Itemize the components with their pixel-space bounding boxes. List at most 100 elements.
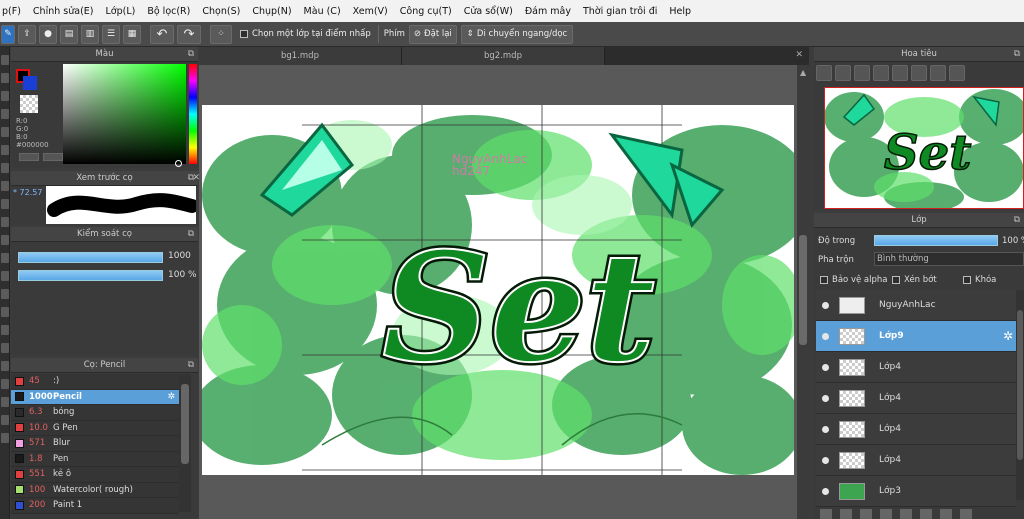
new-layer-icon[interactable] bbox=[820, 509, 832, 519]
share-button[interactable]: ⇪ bbox=[18, 24, 36, 44]
eye-icon[interactable] bbox=[822, 425, 829, 433]
tool-icon[interactable] bbox=[1, 361, 9, 371]
popout-icon[interactable]: ⧉ bbox=[1014, 213, 1020, 228]
zoom-icon[interactable] bbox=[835, 65, 851, 81]
tab-bg1[interactable]: bg1.mdp bbox=[199, 47, 402, 65]
tool-icon[interactable] bbox=[1, 343, 9, 353]
brush-item[interactable]: 551 kẻ ô bbox=[11, 467, 179, 483]
scroll-up-icon[interactable]: ▲ bbox=[800, 68, 806, 77]
tool-icon[interactable] bbox=[1, 73, 9, 83]
tool-icon[interactable] bbox=[1, 253, 9, 263]
brush-item[interactable]: 200 Paint 1 bbox=[11, 498, 179, 514]
menu-item-5[interactable]: Chụp(N) bbox=[252, 6, 291, 17]
eye-icon[interactable] bbox=[822, 394, 829, 402]
layer-row[interactable]: Lớp4 bbox=[816, 445, 1016, 476]
tool-icon[interactable] bbox=[1, 415, 9, 425]
flip-icon[interactable] bbox=[949, 65, 965, 81]
list-button[interactable]: ☰ bbox=[102, 24, 120, 44]
protect-alpha-option[interactable]: Bảo vệ alpha bbox=[820, 275, 887, 285]
layer-opacity-slider[interactable] bbox=[874, 235, 998, 246]
tool-icon[interactable] bbox=[1, 181, 9, 191]
eye-icon[interactable] bbox=[822, 487, 829, 495]
zoom-out-icon[interactable] bbox=[873, 65, 889, 81]
layer-row[interactable]: Lớp4 bbox=[816, 383, 1016, 414]
undo-button[interactable]: ↶ bbox=[150, 24, 174, 44]
brush-item[interactable]: 10.0 G Pen bbox=[11, 420, 179, 436]
sub-color-swatch[interactable] bbox=[23, 76, 37, 90]
eye-icon[interactable] bbox=[822, 363, 829, 371]
color-gradient-area[interactable] bbox=[63, 64, 186, 164]
canvas-area[interactable]: NguyAnhLac hd247 Set Set bbox=[199, 65, 797, 519]
settings-icon[interactable] bbox=[920, 509, 932, 519]
tool-icon[interactable] bbox=[1, 145, 9, 155]
menu-item-6[interactable]: Màu (C) bbox=[304, 6, 341, 17]
brush-item[interactable]: 100 Watercolor( rough) bbox=[11, 482, 179, 498]
select-layer-option[interactable]: Chọn một lớp tại điểm nhấp bbox=[240, 29, 371, 39]
tool-icon[interactable] bbox=[1, 397, 9, 407]
tool-icon[interactable] bbox=[1, 127, 9, 137]
eye-icon[interactable] bbox=[822, 332, 829, 340]
lock-option[interactable]: Khóa bbox=[963, 275, 996, 285]
fit-icon[interactable] bbox=[854, 65, 870, 81]
brush-item[interactable]: 1.8 Pen bbox=[11, 451, 179, 467]
tool-icon[interactable] bbox=[1, 433, 9, 443]
clear-icon[interactable] bbox=[940, 509, 952, 519]
clipping-checkbox[interactable] bbox=[892, 276, 900, 284]
menu-item-0[interactable]: p(F) bbox=[2, 6, 21, 17]
tool-icon[interactable] bbox=[1, 289, 9, 299]
tab-bg2[interactable]: bg2.mdp bbox=[402, 47, 605, 65]
brush-item[interactable]: 45:) bbox=[11, 374, 179, 390]
popout-icon[interactable]: ⧉ bbox=[188, 227, 194, 242]
gear-icon[interactable]: ✲ bbox=[1003, 329, 1013, 343]
artwork[interactable]: NguyAnhLac hd247 Set Set bbox=[202, 105, 794, 475]
chat-button[interactable]: ▤ bbox=[60, 24, 78, 44]
rotate-left-icon[interactable] bbox=[892, 65, 908, 81]
transparent-swatch[interactable] bbox=[20, 95, 38, 113]
layer-row[interactable]: Lớp9 ✲ bbox=[816, 321, 1016, 352]
zoom-in-icon[interactable] bbox=[816, 65, 832, 81]
eye-icon[interactable] bbox=[822, 301, 829, 309]
canvas-scrollbar[interactable]: ▲ bbox=[797, 65, 809, 519]
doc-button[interactable]: ▥ bbox=[81, 24, 99, 44]
menu-item-12[interactable]: Help bbox=[669, 6, 691, 17]
new-folder-icon[interactable] bbox=[840, 509, 852, 519]
delete-icon[interactable] bbox=[960, 509, 972, 519]
lock-checkbox[interactable] bbox=[963, 276, 971, 284]
menu-item-4[interactable]: Chọn(S) bbox=[202, 6, 240, 17]
navigator-preview[interactable]: Set bbox=[824, 87, 1024, 209]
protect-alpha-checkbox[interactable] bbox=[820, 276, 828, 284]
brush-item[interactable]: 571 Blur bbox=[11, 436, 179, 452]
tool-icon[interactable] bbox=[1, 91, 9, 101]
close-tab-icon[interactable]: ✕ bbox=[795, 50, 803, 60]
tool-icon[interactable] bbox=[1, 379, 9, 389]
eye-icon[interactable] bbox=[822, 456, 829, 464]
layer-row[interactable]: Lớp4 bbox=[816, 414, 1016, 445]
rotate-right-icon[interactable] bbox=[930, 65, 946, 81]
tool-icon[interactable] bbox=[1, 217, 9, 227]
popout-icon[interactable]: ⧉ bbox=[188, 47, 194, 62]
menu-item-1[interactable]: Chỉnh sửa(E) bbox=[33, 6, 94, 17]
menu-item-10[interactable]: Đám mây bbox=[525, 6, 571, 17]
tool-icon[interactable] bbox=[1, 199, 9, 209]
layer-row[interactable]: Lớp4 bbox=[816, 352, 1016, 383]
merge-icon[interactable] bbox=[880, 509, 892, 519]
reset-view-icon[interactable] bbox=[911, 65, 927, 81]
layer-row[interactable]: NguyAnhLac bbox=[816, 290, 1016, 321]
folder-icon[interactable] bbox=[900, 509, 912, 519]
grid-button[interactable]: ▦ bbox=[123, 24, 141, 44]
menu-item-9[interactable]: Cửa sổ(W) bbox=[464, 6, 513, 17]
blend-select[interactable]: Bình thường bbox=[874, 252, 1024, 266]
size-slider[interactable] bbox=[18, 252, 163, 263]
popout-icon[interactable]: ⧉ bbox=[188, 358, 194, 373]
app-icon[interactable]: ✎ bbox=[1, 24, 15, 44]
tool-icon[interactable] bbox=[1, 271, 9, 281]
tool-icon[interactable] bbox=[1, 109, 9, 119]
color-tool-button[interactable] bbox=[19, 153, 39, 161]
popout-icon[interactable]: ⧉ bbox=[1014, 47, 1020, 62]
menu-item-3[interactable]: Bộ lọc(R) bbox=[147, 6, 190, 17]
layer-scrollbar[interactable] bbox=[1016, 290, 1024, 500]
brush-scrollbar[interactable] bbox=[179, 374, 191, 512]
tool-icon[interactable] bbox=[1, 163, 9, 173]
scroll-thumb[interactable] bbox=[799, 235, 807, 345]
copy-layer-icon[interactable] bbox=[860, 509, 872, 519]
